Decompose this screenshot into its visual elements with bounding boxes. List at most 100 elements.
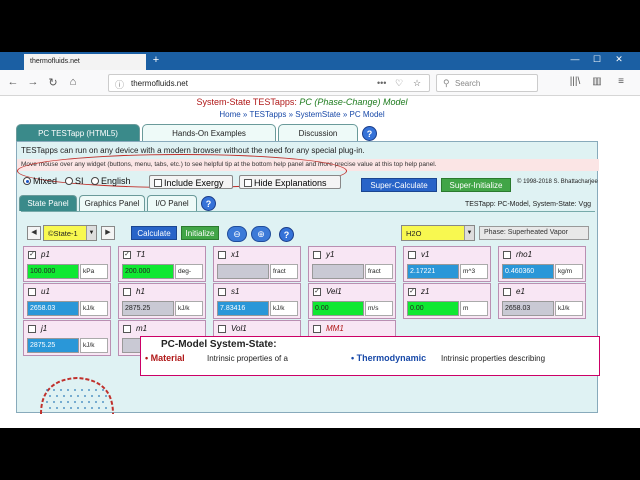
- search-input[interactable]: ⚲ Search: [436, 74, 538, 92]
- unit-select[interactable]: m/s: [365, 301, 393, 316]
- panel-help-icon[interactable]: ?: [279, 227, 294, 242]
- unit-select[interactable]: m^3: [460, 264, 488, 279]
- property-name: z1: [421, 287, 430, 296]
- property-checkbox[interactable]: [123, 325, 131, 333]
- unit-select[interactable]: kg/m: [555, 264, 583, 279]
- pocket-icon[interactable]: ♡: [395, 78, 403, 89]
- property-value-input[interactable]: [312, 264, 364, 279]
- star-icon[interactable]: ☆: [413, 78, 421, 89]
- phase-display: Phase: Superheated Vapor: [479, 226, 589, 240]
- browser-tab[interactable]: thermofluids.net: [24, 54, 146, 70]
- property-checkbox[interactable]: [123, 288, 131, 296]
- property-value-input[interactable]: 100.000: [27, 264, 79, 279]
- unit-select[interactable]: kJ/k: [80, 338, 108, 353]
- molecule-dot: [70, 407, 72, 409]
- section-title: PC-Model System-State:: [161, 339, 277, 350]
- property-value-input[interactable]: 2.17221: [407, 264, 459, 279]
- unit-select[interactable]: m: [460, 301, 488, 316]
- subtab-help-icon[interactable]: ?: [201, 196, 216, 211]
- radio-english[interactable]: [91, 177, 99, 185]
- state-select[interactable]: ©State-1 ▼: [43, 225, 97, 241]
- super-initialize-button[interactable]: Super-Initialize: [441, 178, 511, 192]
- exergy-checkbox[interactable]: [154, 179, 162, 187]
- zoom-out-icon[interactable]: ⊖: [227, 226, 247, 242]
- property-value-input[interactable]: 2658.03: [27, 301, 79, 316]
- property-checkbox[interactable]: [408, 251, 416, 259]
- breadcrumb[interactable]: Home » TESTapps » SystemState » PC Model: [0, 110, 604, 119]
- unit-select[interactable]: deg-: [175, 264, 203, 279]
- tab-state-panel[interactable]: State Panel: [19, 195, 77, 211]
- property-checkbox[interactable]: [28, 288, 36, 296]
- property-cell-x1: x1 fract: [213, 246, 301, 282]
- initialize-button[interactable]: Initialize: [181, 226, 219, 240]
- property-value-input[interactable]: 7.83416: [217, 301, 269, 316]
- tab-graphics-panel[interactable]: Graphics Panel: [79, 195, 145, 211]
- property-checkbox[interactable]: [313, 251, 321, 259]
- super-calculate-button[interactable]: Super-Calculate: [361, 178, 437, 192]
- property-value-input[interactable]: 2875.25: [27, 338, 79, 353]
- property-value-input[interactable]: 0.00: [312, 301, 364, 316]
- fluid-select[interactable]: H2O ▼: [401, 225, 475, 241]
- property-value-input[interactable]: 2875.25: [122, 301, 174, 316]
- molecule-dot: [53, 401, 55, 403]
- radio-si[interactable]: [65, 177, 73, 185]
- refresh-icon[interactable]: ↻: [46, 76, 60, 89]
- tab-discussion[interactable]: Discussion: [278, 124, 358, 141]
- include-exergy-checkbox[interactable]: Include Exergy: [149, 175, 233, 189]
- unit-select[interactable]: kPa: [80, 264, 108, 279]
- prev-state-button[interactable]: ◀: [27, 226, 41, 240]
- page-actions-icon[interactable]: •••: [377, 78, 386, 88]
- unit-select[interactable]: kJ/k: [270, 301, 298, 316]
- property-checkbox[interactable]: ✓: [313, 288, 321, 296]
- unit-select[interactable]: kJ/k: [175, 301, 203, 316]
- option-si[interactable]: SI: [65, 176, 84, 186]
- hide-checkbox[interactable]: [244, 179, 252, 187]
- property-value-input[interactable]: 0.460360: [502, 264, 554, 279]
- hide-explanations-checkbox[interactable]: Hide Explanations: [239, 175, 341, 189]
- home-icon[interactable]: ⌂: [66, 76, 80, 88]
- unit-select[interactable]: kJ/k: [80, 301, 108, 316]
- property-checkbox[interactable]: [28, 325, 36, 333]
- maximize-icon[interactable]: ☐: [590, 54, 604, 65]
- new-tab-button[interactable]: +: [150, 54, 162, 66]
- material-heading: • Material: [145, 353, 185, 363]
- forward-icon[interactable]: →: [26, 76, 40, 88]
- next-state-button[interactable]: ▶: [101, 226, 115, 240]
- menu-icon[interactable]: ≡: [614, 76, 628, 87]
- help-icon[interactable]: ?: [362, 126, 377, 141]
- property-value-input[interactable]: [217, 264, 269, 279]
- property-checkbox[interactable]: [313, 325, 321, 333]
- sidebar-icon[interactable]: ▥: [590, 76, 604, 87]
- property-checkbox[interactable]: [218, 251, 226, 259]
- tab-hands-on-examples[interactable]: Hands-On Examples: [142, 124, 276, 141]
- tab-io-panel[interactable]: I/O Panel: [147, 195, 197, 211]
- radio-mixed[interactable]: [23, 177, 31, 185]
- property-checkbox[interactable]: [218, 288, 226, 296]
- property-name: rho1: [516, 250, 533, 259]
- search-icon: ⚲: [443, 78, 450, 88]
- unit-select[interactable]: fract: [270, 264, 298, 279]
- property-checkbox[interactable]: [503, 288, 511, 296]
- option-english[interactable]: English: [91, 176, 131, 186]
- info-icon[interactable]: ⓘ: [115, 78, 124, 91]
- library-icon[interactable]: |||\: [568, 76, 582, 87]
- copyright-text: © 1998-2018 S. Bhattacharjee: [517, 179, 598, 185]
- unit-select[interactable]: kJ/k: [555, 301, 583, 316]
- minimize-icon[interactable]: —: [568, 54, 582, 64]
- back-icon[interactable]: ←: [6, 76, 20, 88]
- calculate-button[interactable]: Calculate: [131, 226, 177, 240]
- property-checkbox[interactable]: ✓: [408, 288, 416, 296]
- zoom-in-icon[interactable]: ⊕: [251, 226, 271, 242]
- option-mixed[interactable]: Mixed: [23, 176, 57, 186]
- property-value-input[interactable]: 0.00: [407, 301, 459, 316]
- close-icon[interactable]: ✕: [612, 54, 626, 65]
- property-checkbox[interactable]: [503, 251, 511, 259]
- property-value-input[interactable]: 200.000: [122, 264, 174, 279]
- property-checkbox[interactable]: ✓: [123, 251, 131, 259]
- property-checkbox[interactable]: [218, 325, 226, 333]
- property-value-input[interactable]: 2658.03: [502, 301, 554, 316]
- property-checkbox[interactable]: ✓: [28, 251, 36, 259]
- url-bar[interactable]: ⓘ thermofluids.net ••• ♡ ☆: [108, 74, 430, 92]
- tab-pc-testapp[interactable]: PC TESTapp (HTML5): [16, 124, 140, 141]
- unit-select[interactable]: fract: [365, 264, 393, 279]
